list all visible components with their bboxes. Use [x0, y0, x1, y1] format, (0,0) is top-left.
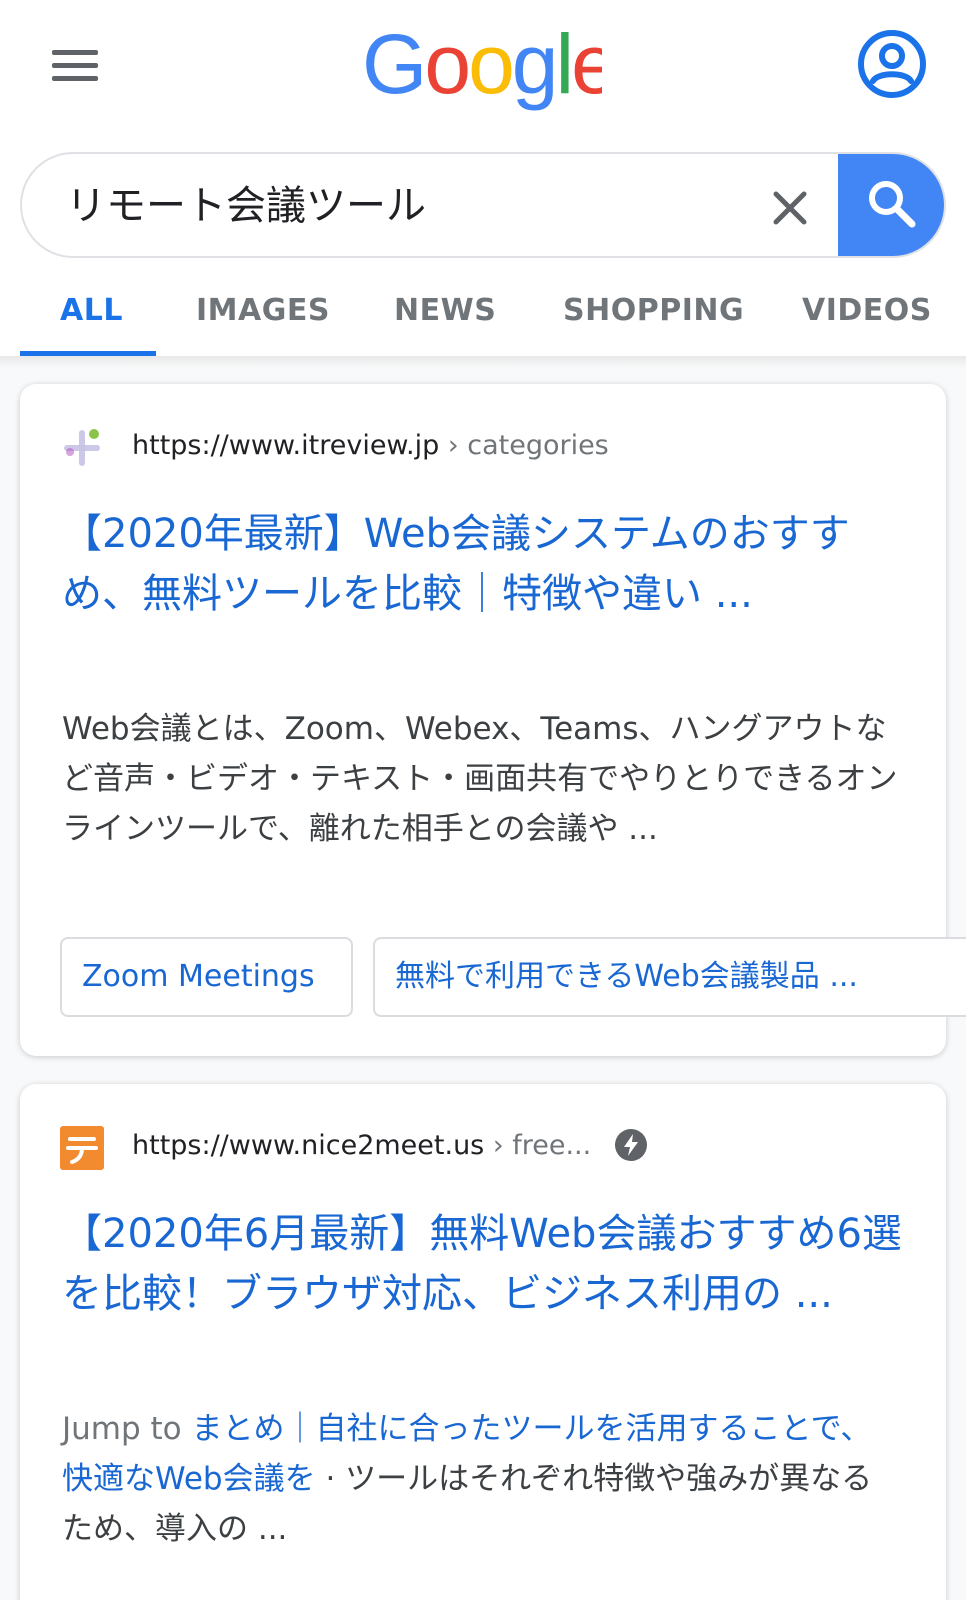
nice2meet-favicon-icon	[60, 1126, 104, 1170]
tab-all[interactable]: ALL	[60, 293, 123, 328]
tab-shopping[interactable]: SHOPPING	[563, 293, 744, 328]
result-card: https://www.nice2meet.us › free... 【2020…	[20, 1084, 946, 1600]
result-title-link[interactable]: 【2020年最新】Web会議システムのおすすめ、無料ツールを比較｜特徴や違い .…	[62, 504, 902, 624]
tab-videos[interactable]: VIDEOS	[802, 293, 932, 328]
result-card: https://www.itreview.jp › categories 【20…	[20, 384, 966, 1056]
search-button[interactable]	[838, 154, 944, 256]
itreview-favicon-icon	[64, 429, 100, 466]
result-breadcrumb: › free...	[484, 1130, 592, 1161]
search-input[interactable]	[66, 174, 746, 238]
clear-search-icon[interactable]	[762, 180, 818, 236]
result-domain: https://www.nice2meet.us	[132, 1130, 485, 1161]
result-snippet: Jump to まとめ｜自社に合ったツールを活用することで、快適なWeb会議を …	[62, 1404, 902, 1554]
result-url[interactable]: https://www.itreview.jp › categories	[132, 430, 609, 461]
result-title-link[interactable]: 【2020年6月最新】無料Web会議おすすめ6選を比較！ブラウザ対応、ビジネス利…	[62, 1204, 902, 1324]
result-url[interactable]: https://www.nice2meet.us › free...	[132, 1130, 591, 1161]
hamburger-menu-icon[interactable]	[52, 50, 100, 86]
svg-text:Google: Google	[362, 18, 602, 111]
sitelink-chip[interactable]: Zoom Meetings	[60, 937, 353, 1017]
search-box	[20, 152, 946, 258]
tab-news[interactable]: NEWS	[394, 293, 496, 328]
result-breadcrumb: › categories	[439, 430, 609, 461]
account-icon[interactable]	[856, 28, 928, 100]
tabs-divider	[0, 356, 966, 368]
header: Google	[0, 0, 966, 140]
search-tabs: ALL IMAGES NEWS SHOPPING VIDEOS	[0, 275, 966, 357]
page: Google ALL IMAGES NEWS SHOPPING VIDEOS	[0, 0, 966, 1600]
result-domain: https://www.itreview.jp	[132, 430, 440, 461]
google-logo[interactable]: Google	[362, 18, 602, 118]
tab-images[interactable]: IMAGES	[196, 293, 330, 328]
sitelink-chip[interactable]: 無料で利用できるWeb会議製品 ...	[373, 937, 966, 1017]
jump-to-label: Jump to	[62, 1411, 192, 1447]
search-icon	[869, 181, 916, 228]
result-snippet: Web会議とは、Zoom、Webex、Teams、ハングアウトなど音声・ビデオ・…	[62, 711, 898, 847]
amp-lightning-icon	[615, 1129, 647, 1161]
